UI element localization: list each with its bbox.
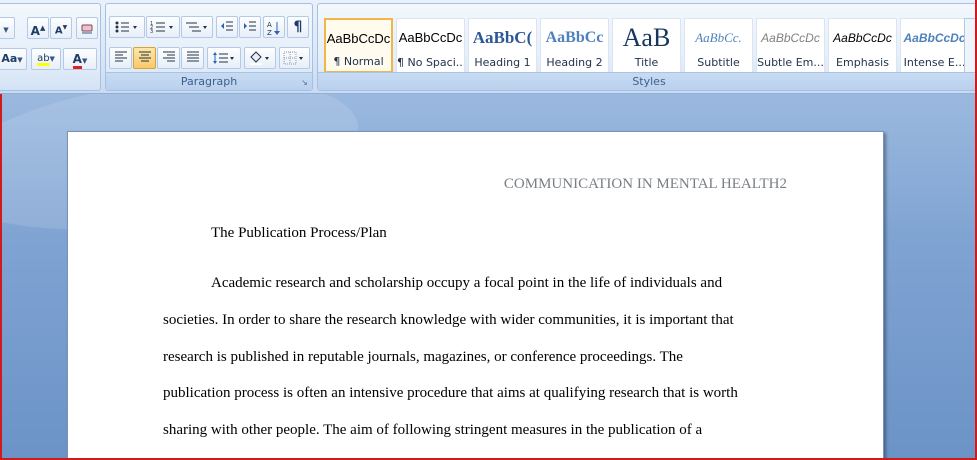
- align-right-icon: [162, 51, 175, 62]
- svg-text:3: 3: [150, 29, 153, 34]
- style-tile[interactable]: AaBbCc Heading 2: [540, 18, 609, 73]
- document-page[interactable]: COMMUNICATION IN MENTAL HEALTH2 The Publ…: [67, 131, 884, 460]
- increase-indent-button[interactable]: [239, 16, 261, 38]
- numbering-icon: 123: [150, 21, 173, 34]
- style-sample: AaBbC(: [472, 28, 533, 47]
- style-sample: AaBbCc.: [695, 30, 742, 45]
- body-line[interactable]: publication process is often an intensiv…: [163, 385, 738, 402]
- style-tile[interactable]: AaBbCcDc ¶ No Spaci...: [396, 18, 465, 73]
- style-name: Subtle Em...: [757, 56, 824, 69]
- borders-icon: [283, 51, 303, 65]
- align-left-button[interactable]: [109, 47, 132, 69]
- decrease-indent-button[interactable]: [216, 16, 238, 38]
- body-line[interactable]: Academic research and scholarship occupy…: [211, 275, 722, 292]
- document-area: COMMUNICATION IN MENTAL HEALTH2 The Publ…: [0, 94, 977, 460]
- style-sample: AaB: [622, 25, 671, 51]
- decrease-indent-icon: [221, 21, 233, 31]
- bullets-button[interactable]: [109, 16, 145, 38]
- ribbon: ▼ A▲ A▼ Aa▼ ab▼ A▼ 123 A Z ¶ Paragraph ↘…: [0, 0, 977, 94]
- svg-text:Z: Z: [267, 29, 272, 36]
- bullets-icon: [115, 21, 137, 33]
- page-header[interactable]: COMMUNICATION IN MENTAL HEALTH2: [504, 176, 787, 193]
- increase-indent-icon: [244, 21, 256, 31]
- svg-text:A: A: [267, 21, 272, 29]
- align-center-button[interactable]: [133, 47, 156, 69]
- sort-button[interactable]: AZ: [263, 16, 285, 38]
- shading-button[interactable]: [244, 47, 276, 69]
- document-title[interactable]: The Publication Process/Plan: [211, 225, 387, 242]
- font-size-dropdown[interactable]: ▼: [0, 17, 15, 39]
- styles-group-label: Styles: [318, 72, 977, 90]
- style-tile[interactable]: AaBbCcDc Emphasis: [828, 18, 897, 73]
- style-tile[interactable]: AaBbC( Heading 1: [468, 18, 537, 73]
- style-name: ¶ No Spaci...: [397, 56, 464, 69]
- align-left-icon: [114, 51, 127, 62]
- style-sample: AaBbCcDc: [398, 30, 463, 45]
- justify-icon: [186, 51, 199, 62]
- paragraph-group-label: Paragraph: [106, 72, 312, 90]
- style-sample: AaBbCc: [545, 29, 604, 46]
- body-line[interactable]: societies. In order to share the researc…: [163, 312, 734, 329]
- style-tile[interactable]: AaBbCcDc Subtle Em...: [756, 18, 825, 73]
- style-tile[interactable]: AaB Title: [612, 18, 681, 73]
- borders-button[interactable]: [279, 47, 310, 69]
- change-case-button[interactable]: Aa▼: [0, 48, 27, 70]
- style-name: Emphasis: [836, 56, 889, 69]
- line-spacing-button[interactable]: [207, 47, 241, 69]
- styles-group: AaBbCcDc ¶ Normal AaBbCcDc ¶ No Spaci... AaB…: [317, 3, 977, 91]
- style-name: Title: [634, 56, 659, 69]
- show-formatting-marks-button[interactable]: ¶: [287, 16, 309, 38]
- eraser-icon: [81, 24, 93, 34]
- grow-font-button[interactable]: A▲: [27, 17, 49, 39]
- style-sample: AaBbCcDc: [903, 31, 966, 45]
- clear-formatting-button[interactable]: [76, 17, 98, 39]
- numbering-button[interactable]: 123: [146, 16, 180, 38]
- style-sample: AaBbCcDc: [761, 31, 820, 45]
- style-sample: AaBbCcDc: [833, 31, 892, 45]
- body-line[interactable]: sharing with other people. The aim of fo…: [163, 422, 702, 439]
- multilevel-list-icon: [186, 22, 207, 32]
- style-tile[interactable]: AaBbCcDc Intense E...: [900, 18, 969, 73]
- style-name: ¶ Normal: [333, 55, 384, 68]
- sort-icon: AZ: [267, 21, 280, 36]
- font-group: ▼ A▲ A▼ Aa▼ ab▼ A▼: [0, 3, 101, 91]
- style-name: Heading 2: [546, 56, 603, 69]
- style-name: Heading 1: [474, 56, 531, 69]
- multilevel-list-button[interactable]: [181, 16, 213, 38]
- style-name: Subtitle: [697, 56, 740, 69]
- line-spacing-icon: [213, 52, 234, 64]
- align-right-button[interactable]: [157, 47, 180, 69]
- style-name: Intense E...: [903, 56, 966, 69]
- paragraph-group: 123 AZ ¶ Paragraph ↘: [105, 3, 313, 91]
- shrink-font-button[interactable]: A▼: [50, 17, 72, 39]
- justify-button[interactable]: [181, 47, 204, 69]
- font-color-button[interactable]: A▼: [63, 48, 97, 70]
- align-center-icon: [138, 51, 151, 62]
- paint-bucket-icon: [250, 51, 269, 65]
- style-tile[interactable]: AaBbCc. Subtitle: [684, 18, 753, 73]
- body-line[interactable]: research is published in reputable journ…: [163, 349, 683, 366]
- frame-edge-left: [0, 94, 2, 460]
- style-tile[interactable]: AaBbCcDc ¶ Normal: [324, 18, 393, 73]
- style-sample: AaBbCcDc: [326, 31, 391, 46]
- paragraph-dialog-launcher-icon[interactable]: ↘: [300, 78, 309, 87]
- text-highlight-button[interactable]: ab▼: [31, 48, 61, 70]
- chevron-down-icon: ▼: [3, 26, 9, 34]
